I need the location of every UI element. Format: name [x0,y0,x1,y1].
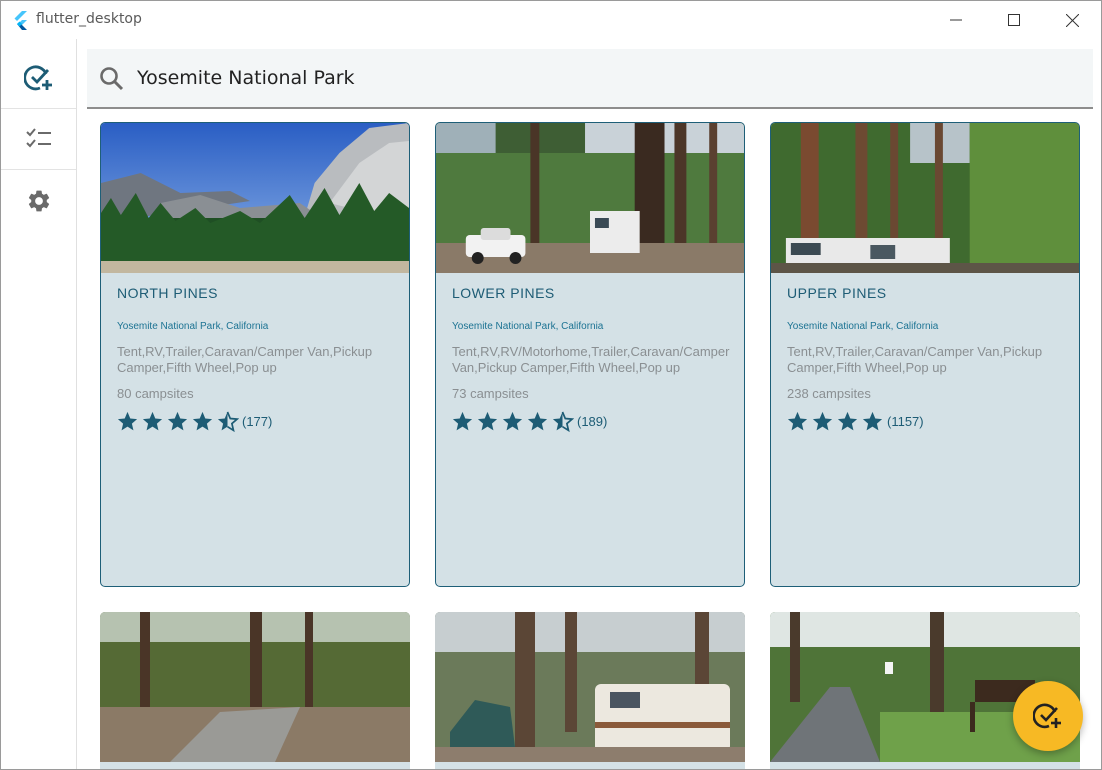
flutter-logo-icon [14,11,27,30]
half-star-icon [552,411,574,433]
star-rating: (177) [116,410,272,433]
campground-photo [435,612,745,762]
campground-name: NORTH PINES [117,285,218,301]
campsite-count: 73 campsites [452,386,529,401]
nav-item-checklist[interactable] [1,109,76,170]
maximize-button[interactable] [991,1,1037,39]
search-bar[interactable] [87,49,1093,109]
campsite-count: 238 campsites [787,386,871,401]
app-window: flutter_desktop Yosemite National Park N… [0,0,1102,770]
campground-photo [771,123,1079,273]
maximize-icon [1008,14,1020,26]
star-rating: (1157) [786,410,924,433]
half-star-icon [217,411,239,433]
star-icon [812,411,833,431]
campground-card[interactable]: NORTH PINES Yosemite National Park, Cali… [100,122,410,587]
nav-item-add-reservation[interactable] [1,48,76,109]
minimize-icon [950,19,962,21]
add-check-icon [23,65,52,91]
campground-vehicle-types: Tent,RV,RV/Motorhome,Trailer,Caravan/Cam… [452,344,730,375]
title-bar[interactable]: flutter_desktop [1,1,1101,39]
campground-card[interactable]: UPPER PINES Yosemite National Park, Cali… [770,122,1080,587]
review-count: (189) [577,414,608,429]
campground-photo [436,123,744,273]
add-reservation-fab[interactable] [1013,681,1083,751]
navigation-rail [1,39,77,769]
star-icon [787,411,808,431]
campground-card[interactable]: LOWER PINES Yosemite National Park, Cali… [435,122,745,587]
campground-card[interactable] [100,612,410,769]
checklist-icon [25,128,51,148]
campground-vehicle-types: Tent,RV,Trailer,Caravan/Camper Van,Picku… [787,344,1043,375]
add-check-icon [1033,703,1061,729]
campground-name: UPPER PINES [787,285,887,301]
nav-item-settings[interactable] [1,170,76,231]
campsite-count: 80 campsites [117,386,194,401]
gear-icon [28,190,49,211]
star-icon [837,411,858,431]
review-count: (1157) [887,414,924,429]
star-icon [862,411,883,431]
search-input[interactable] [137,63,1037,93]
window-title: flutter_desktop [36,11,142,27]
review-count: (177) [242,414,273,429]
campground-location: Yosemite National Park, California [787,321,939,332]
campground-location: Yosemite National Park, California [117,321,269,332]
campground-photo [100,612,410,762]
campground-photo [101,123,409,273]
close-icon [1065,13,1079,27]
campground-name: LOWER PINES [452,285,555,301]
search-icon [100,67,124,91]
minimize-button[interactable] [933,1,979,39]
star-rating: (189) [451,410,607,433]
star-icon [167,411,188,431]
star-icon [452,411,473,431]
campground-vehicle-types: Tent,RV,Trailer,Caravan/Camper Van,Picku… [117,344,373,375]
campground-location: Yosemite National Park, California [452,321,604,332]
campground-card[interactable] [435,612,745,769]
star-icon [527,411,548,431]
star-icon [142,411,163,431]
star-icon [502,411,523,431]
close-button[interactable] [1049,1,1095,39]
star-icon [117,411,138,431]
star-icon [477,411,498,431]
star-icon [192,411,213,431]
